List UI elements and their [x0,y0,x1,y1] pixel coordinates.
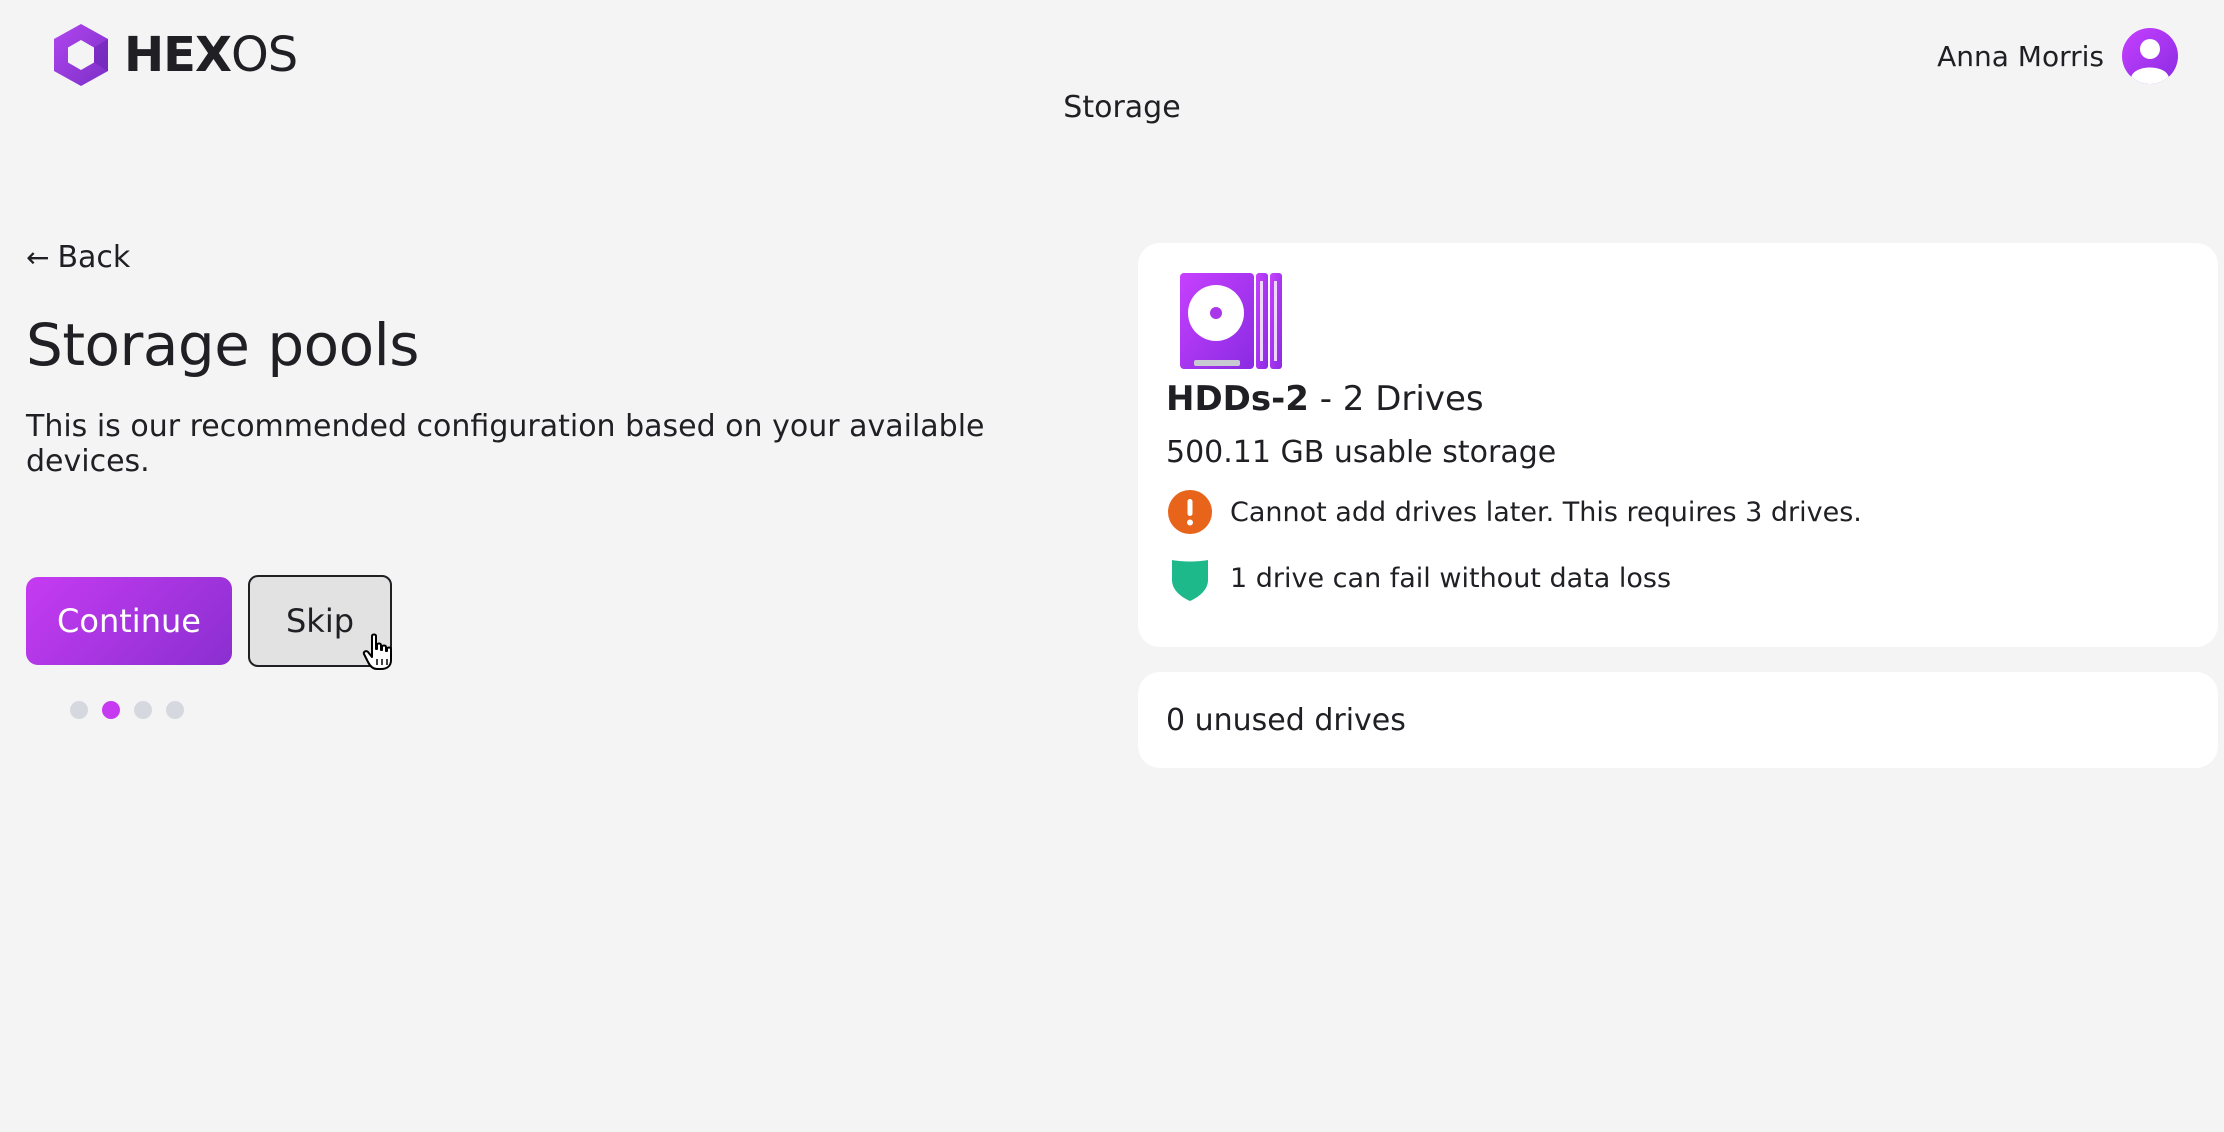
step-indicator [70,701,1086,719]
hand-pointer-cursor-icon [362,633,392,670]
pool-usable-storage: 500.11 GB usable storage [1166,435,1557,470]
page-title: Storage pools [26,311,420,379]
user-menu[interactable]: Anna Morris [1937,28,2178,84]
pool-drive-count: - 2 Drives [1308,379,1484,419]
page-heading: Storage [1063,90,1181,125]
back-label: Back [57,240,131,275]
pool-title: HDDs-2 - 2 Drives [1166,379,2190,419]
step-dot-1[interactable] [70,701,88,719]
step-dot-4[interactable] [166,701,184,719]
warning-exclamation-icon [1168,490,1212,534]
step-dot-3[interactable] [134,701,152,719]
back-link[interactable]: ← Back [26,240,130,275]
shield-icon [1172,560,1208,601]
hard-drive-icon [1180,273,1282,369]
warning-text: Cannot add drives later. This requires 3… [1230,496,1862,528]
action-buttons: Continue Skip [26,575,1086,670]
protection-note: 1 drive can fail without data loss [1166,554,2190,602]
skip-button[interactable]: Skip [248,575,392,670]
storage-pool-card: HDDs-2 - 2 Drives 500.11 GB usable stora… [1138,243,2218,647]
arrow-left-icon: ← [26,241,50,274]
top-header: HEXOS Storage Anna Morris [0,0,2224,150]
continue-button[interactable]: Continue [26,577,232,665]
hexos-wordmark: HEXOS [124,31,298,79]
pool-name: HDDs-2 [1166,379,1309,419]
skip-label: Skip [285,602,355,640]
user-name: Anna Morris [1937,39,2104,73]
step-dot-2[interactable] [102,701,120,719]
protection-text: 1 drive can fail without data loss [1230,562,1672,594]
page-description: This is our recommended configuration ba… [26,409,985,479]
hexos-logo[interactable]: HEXOS [52,22,298,88]
wordmark-hex: HEX [124,27,232,83]
warning-note: Cannot add drives later. This requires 3… [1166,488,2190,536]
intro-section: ← Back Storage pools This is our recomme… [26,240,1086,719]
user-avatar-icon[interactable] [2122,28,2178,84]
unused-drives-card: 0 unused drives [1138,672,2218,768]
unused-drives-text: 0 unused drives [1166,702,1406,738]
hexos-logo-icon [54,24,108,86]
wordmark-os: OS [230,27,298,83]
